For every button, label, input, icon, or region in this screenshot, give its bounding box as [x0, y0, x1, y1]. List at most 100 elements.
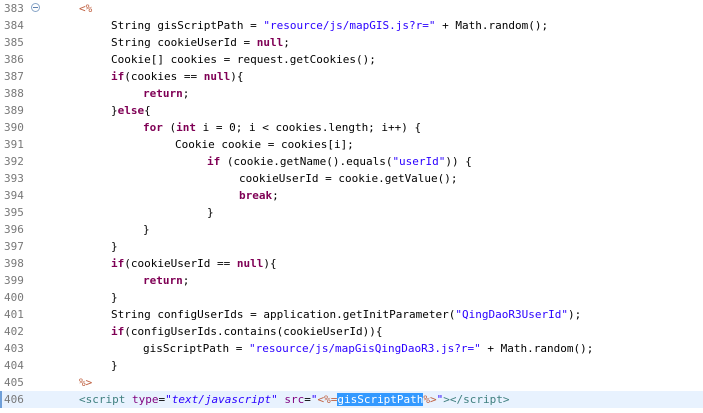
- code-text[interactable]: cookieUserId = cookie.getValue();: [239, 170, 458, 187]
- line-number: 393: [4, 172, 24, 185]
- line-number: 387: [4, 70, 24, 83]
- line-number: 384: [4, 19, 24, 32]
- line-number: 401: [4, 308, 24, 321]
- fold-collapse-icon[interactable]: [31, 3, 40, 12]
- line-number: 394: [4, 189, 24, 202]
- code-token: "resource/js/mapGisQingDaoR3.js?r=": [248, 342, 481, 355]
- code-text[interactable]: String configUserIds = application.getIn…: [111, 306, 581, 323]
- code-line[interactable]: 383 <%: [0, 0, 703, 17]
- code-editor[interactable]: 383 <% 384 String gisScriptPath = "resource…: [0, 0, 703, 413]
- code-text[interactable]: if (cookie.getName().equals("userId")) {: [207, 153, 472, 170]
- code-token: "QingDaoR3UserId": [455, 308, 568, 321]
- code-token: )) {: [445, 155, 472, 168]
- code-line[interactable]: 397}: [0, 238, 703, 255]
- code-token: if: [111, 257, 125, 270]
- code-line[interactable]: 391 Cookie cookie = cookies[i];: [0, 136, 703, 153]
- code-text[interactable]: }: [143, 221, 150, 238]
- line-number: 403: [4, 342, 24, 355]
- code-token: %>: [79, 376, 93, 389]
- code-token: ;: [272, 189, 279, 202]
- line-number: 391: [4, 138, 24, 151]
- code-token: }: [111, 240, 118, 253]
- code-text[interactable]: String gisScriptPath = "resource/js/mapG…: [111, 17, 548, 34]
- code-token: type: [131, 393, 159, 406]
- code-line[interactable]: 403 gisScriptPath = "resource/js/mapGisQi…: [0, 340, 703, 357]
- code-text[interactable]: }: [111, 238, 118, 255]
- line-number: 388: [4, 87, 24, 100]
- code-text[interactable]: if(cookies == null){: [111, 68, 243, 85]
- line-number: 389: [4, 104, 24, 117]
- code-text[interactable]: }: [111, 289, 118, 306]
- code-text[interactable]: break;: [239, 187, 279, 204]
- code-token: break: [239, 189, 273, 202]
- code-text[interactable]: gisScriptPath = "resource/js/mapGisQingD…: [143, 340, 593, 357]
- line-number: 405: [4, 376, 24, 389]
- code-line[interactable]: 386 Cookie[] cookies = request.getCookies…: [0, 51, 703, 68]
- line-number: 402: [4, 325, 24, 338]
- code-token: ></script: [443, 393, 503, 406]
- line-number: 396: [4, 223, 24, 236]
- code-token: ){: [230, 70, 244, 83]
- code-text[interactable]: <%: [79, 0, 92, 17]
- code-line[interactable]: 399 return;: [0, 272, 703, 289]
- code-text[interactable]: return;: [143, 272, 189, 289]
- code-text[interactable]: Cookie cookie = cookies[i];: [175, 136, 354, 153]
- code-line[interactable]: 384 String gisScriptPath = "resource/js/m…: [0, 17, 703, 34]
- code-text[interactable]: }: [207, 204, 214, 221]
- code-token: >: [502, 393, 510, 406]
- code-token: ;: [182, 87, 190, 100]
- code-line[interactable]: 392 if (cookie.getName().equals("userId")…: [0, 153, 703, 170]
- code-line[interactable]: 387 if(cookies == null){: [0, 68, 703, 85]
- code-token: {: [144, 104, 151, 117]
- code-line[interactable]: 402 if(configUserIds.contains(cookieUserI…: [0, 323, 703, 340]
- line-number: 392: [4, 155, 24, 168]
- code-line[interactable]: 401 String configUserIds = application.ge…: [0, 306, 703, 323]
- code-line[interactable]: 404}: [0, 357, 703, 374]
- code-token: =: [304, 393, 311, 406]
- code-text[interactable]: if(cookieUserId == null){: [111, 255, 277, 272]
- code-line[interactable]: 396}: [0, 221, 703, 238]
- code-line[interactable]: 389 }else{: [0, 102, 703, 119]
- code-line[interactable]: 405 %>: [0, 374, 703, 391]
- code-token: }: [143, 223, 150, 236]
- code-token: (cookieUserId ==: [124, 257, 237, 270]
- code-text[interactable]: String cookieUserId = null;: [111, 34, 290, 51]
- code-token: "resource/js/mapGIS.js?r=": [263, 19, 436, 32]
- line-number: 395: [4, 206, 24, 219]
- code-token: (configUserIds.contains(cookieUserId)){: [124, 325, 383, 338]
- code-text[interactable]: for (int i = 0; i < cookies.length; i++)…: [143, 119, 421, 136]
- code-token: String configUserIds = application.getIn…: [111, 308, 456, 321]
- code-token: i = 0; i < cookies.length; i++) {: [196, 121, 422, 134]
- code-token: else: [117, 104, 145, 117]
- code-text[interactable]: }: [111, 357, 118, 374]
- code-line[interactable]: 395}: [0, 204, 703, 221]
- code-token: %>: [423, 393, 437, 406]
- code-token: null: [203, 70, 231, 83]
- code-token: );: [567, 308, 582, 321]
- code-token: + Math.random();: [435, 19, 549, 32]
- line-number: 398: [4, 257, 24, 270]
- code-token: cookieUserId = cookie.getValue();: [239, 172, 458, 185]
- code-text[interactable]: }else{: [111, 102, 151, 119]
- code-line[interactable]: 385 String cookieUserId = null;: [0, 34, 703, 51]
- code-token: ){: [263, 257, 277, 270]
- code-line[interactable]: 400}: [0, 289, 703, 306]
- code-line[interactable]: 390 for (int i = 0; i < cookies.length; i…: [0, 119, 703, 136]
- code-line[interactable]: 388 return;: [0, 85, 703, 102]
- code-text[interactable]: Cookie[] cookies = request.getCookies();: [111, 51, 376, 68]
- code-token: if: [207, 155, 221, 168]
- code-line[interactable]: 393 cookieUserId = cookie.getValue();: [0, 170, 703, 187]
- code-token: return: [143, 274, 183, 287]
- code-token: ;: [182, 274, 190, 287]
- code-token: (cookies ==: [124, 70, 204, 83]
- code-line[interactable]: 406 <script type="text/javascript" src="<…: [0, 391, 703, 408]
- code-text[interactable]: return;: [143, 85, 189, 102]
- code-line[interactable]: 398 if(cookieUserId == null){: [0, 255, 703, 272]
- code-text[interactable]: <script type="text/javascript" src="<%=g…: [79, 391, 510, 408]
- code-text[interactable]: if(configUserIds.contains(cookieUserId))…: [111, 323, 383, 340]
- code-text[interactable]: %>: [79, 374, 92, 391]
- code-token: ;: [283, 36, 290, 49]
- code-line[interactable]: 394 break;: [0, 187, 703, 204]
- code-token: <%=: [317, 393, 338, 406]
